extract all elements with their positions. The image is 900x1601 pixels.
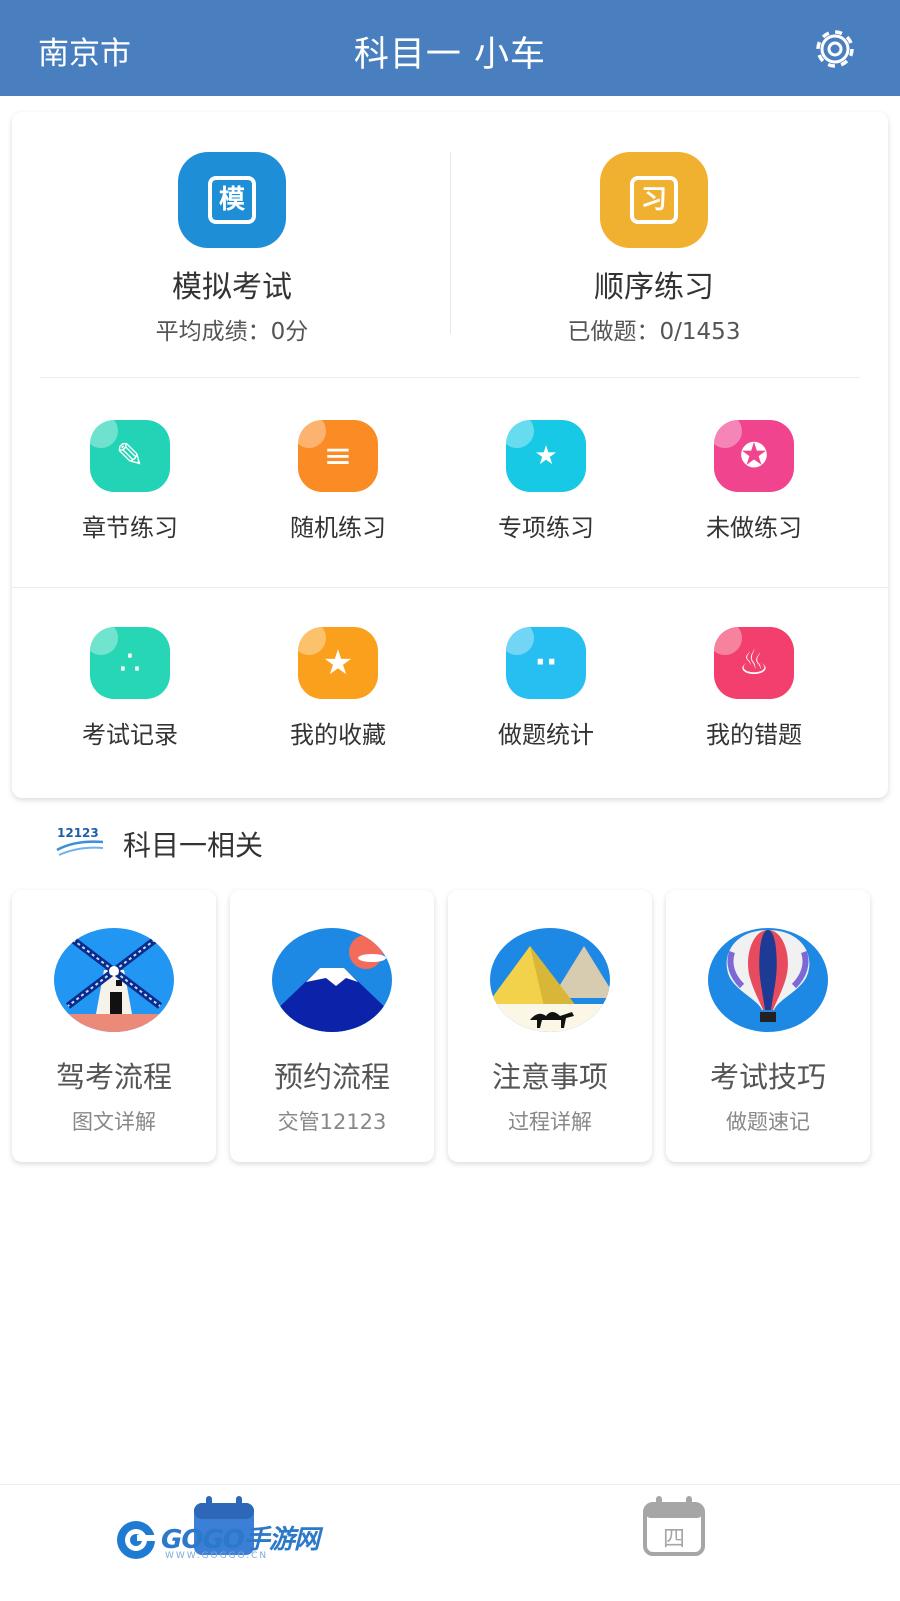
appointment-process-card[interactable]: 预约流程 交管12123 xyxy=(230,890,434,1162)
ticket-icon: ≡ xyxy=(298,420,378,492)
star-icon: ★ xyxy=(298,627,378,699)
average-score: 平均成绩：0分 xyxy=(155,319,309,345)
card-title: 驾考流程 xyxy=(55,1060,172,1094)
done-count: 已做题：0/1453 xyxy=(567,319,741,345)
flame-icon: ♨ xyxy=(714,627,794,699)
card-subtitle: 图文详解 xyxy=(72,1110,156,1134)
12123-logo: 12123 xyxy=(56,826,104,856)
shield-icon: ★ xyxy=(506,420,586,492)
svg-text:四: 四 xyxy=(663,1527,685,1552)
svg-text:12123: 12123 xyxy=(57,826,99,840)
statistics-button[interactable]: ·· 做题统计 xyxy=(466,627,626,750)
special-practice-button[interactable]: ★ 专项练习 xyxy=(466,420,626,543)
card-subtitle: 交管12123 xyxy=(277,1110,387,1134)
mock-exam-button[interactable]: 模 模拟考试 平均成绩：0分 xyxy=(82,152,382,346)
watermark: GOGO手游网 WWW.GOGGO.CN xyxy=(115,1517,320,1563)
app-header: 南京市 科目一 小车 xyxy=(0,0,900,96)
footprint-icon: ∴ xyxy=(90,627,170,699)
watermark-logo xyxy=(117,1521,155,1559)
hot-air-balloon-icon xyxy=(708,928,828,1032)
chat-icon: ·· xyxy=(506,627,586,699)
chapter-practice-button[interactable]: ✎ 章节练习 xyxy=(50,420,210,543)
wrong-questions-button[interactable]: ♨ 我的错题 xyxy=(674,627,834,750)
watermark-url: WWW.GOGGO.CN xyxy=(165,1551,269,1561)
exam-tips-card[interactable]: 考试技巧 做题速记 xyxy=(666,890,870,1162)
gear-icon[interactable] xyxy=(810,24,860,74)
calendar-icon[interactable]: 四 xyxy=(642,1495,706,1557)
divider xyxy=(12,587,888,588)
practice-card: 模 模拟考试 平均成绩：0分 习 顺序练习 已做题：0/1453 ✎ 章节练习 … xyxy=(12,112,888,798)
exam-record-button[interactable]: ∴ 考试记录 xyxy=(50,627,210,750)
practice-icon: 习 xyxy=(600,152,708,248)
pencil-icon: ✎ xyxy=(90,420,170,492)
sequence-practice-button[interactable]: 习 顺序练习 已做题：0/1453 xyxy=(504,152,804,346)
bottom-nav: 四 GOGO手游网 WWW.GOGGO.CN xyxy=(0,1484,900,1601)
mountain-icon xyxy=(272,928,392,1032)
mock-exam-label: 模拟考试 xyxy=(172,270,292,305)
award-icon: ✪ xyxy=(714,420,794,492)
pyramid-icon xyxy=(490,928,610,1032)
exam-icon: 模 xyxy=(178,152,286,248)
page-title: 科目一 小车 xyxy=(353,35,547,75)
card-title: 考试技巧 xyxy=(709,1060,826,1094)
section-title: 科目一相关 xyxy=(123,829,264,862)
card-title: 预约流程 xyxy=(273,1060,390,1094)
undone-practice-button[interactable]: ✪ 未做练习 xyxy=(674,420,834,543)
precautions-card[interactable]: 注意事项 过程详解 xyxy=(448,890,652,1162)
favorites-button[interactable]: ★ 我的收藏 xyxy=(258,627,418,750)
windmill-icon xyxy=(54,928,174,1032)
divider xyxy=(450,152,451,334)
card-title: 注意事项 xyxy=(491,1060,608,1094)
driving-test-process-card[interactable]: 驾考流程 图文详解 xyxy=(12,890,216,1162)
card-subtitle: 做题速记 xyxy=(726,1110,810,1134)
divider xyxy=(40,377,860,378)
random-practice-button[interactable]: ≡ 随机练习 xyxy=(258,420,418,543)
card-subtitle: 过程详解 xyxy=(508,1110,592,1134)
sequence-practice-label: 顺序练习 xyxy=(594,270,714,305)
